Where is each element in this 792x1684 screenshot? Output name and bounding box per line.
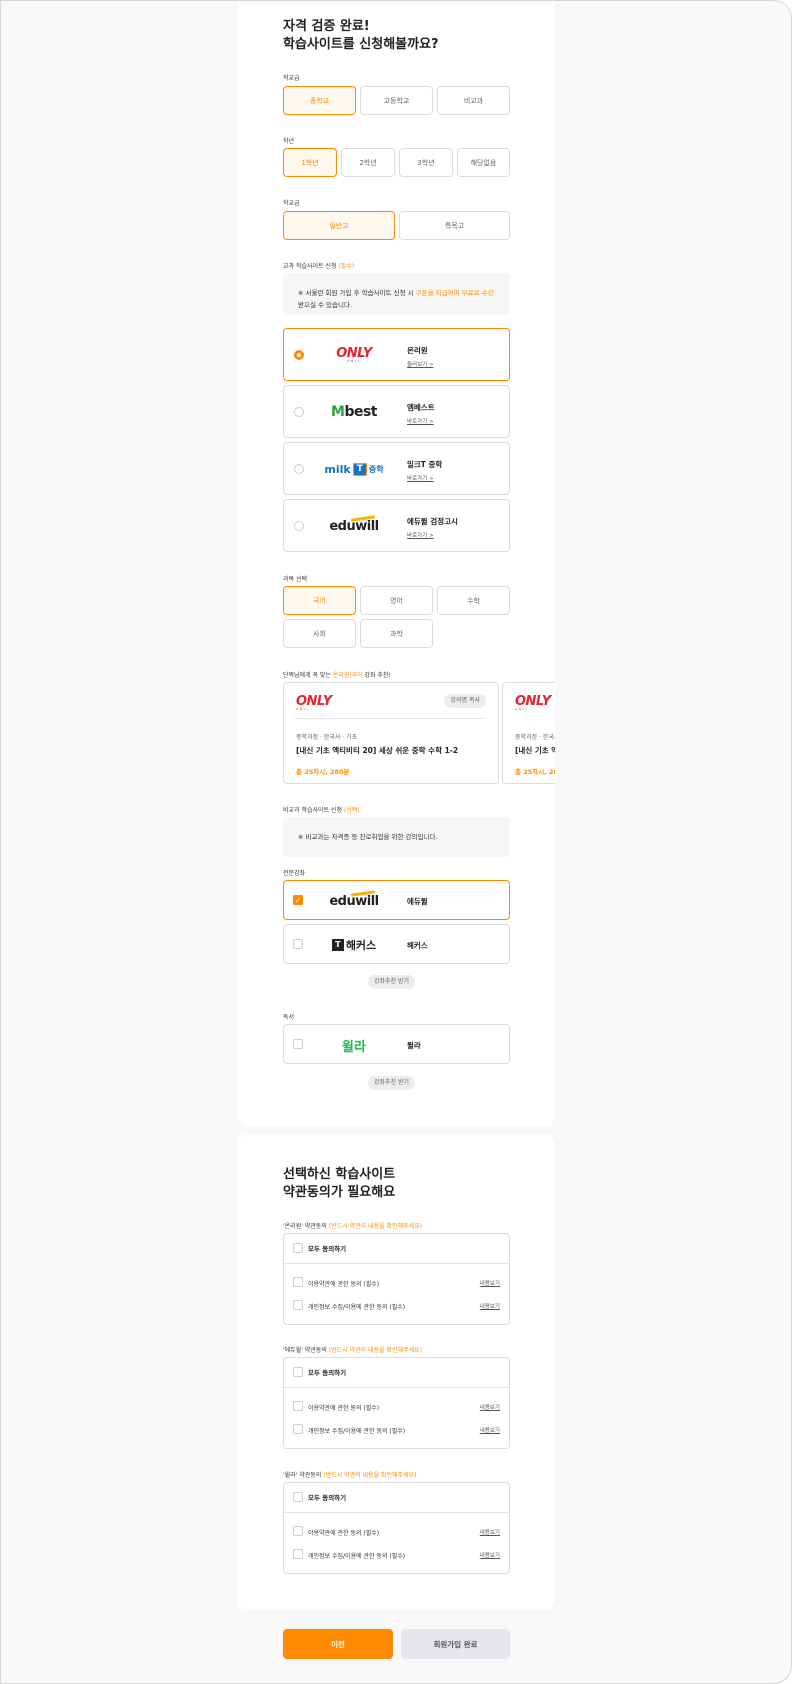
terms-willa-all-checkbox[interactable] [293,1492,303,1502]
lecture-meta: 총 25차시, 280분 [515,768,555,776]
terms-willa-label: '윌라' 약관동의 (반드시 약관의 내용을 확인해주세요) [283,1472,417,1479]
terms-divider [284,1387,509,1388]
terms-willa-service-view[interactable]: 내용보기 [480,1528,500,1536]
extra-site-hackers[interactable]: T 해커스 해커스 [283,924,510,964]
hackers-logo: T 해커스 [314,931,394,959]
terms-eduwill-box: 모두 동의하기 이용약관에 관한 동의 (필수) 내용보기 개인정보 수집/이용… [283,1357,510,1449]
course-recommend-button-reading[interactable]: 강좌추천 받기 [368,1076,416,1090]
extra-eduwill-name: 에듀윌 [407,897,428,906]
hackers-name: 해커스 [407,941,428,950]
willa-checkbox[interactable] [293,1039,303,1049]
terms-eduwill-privacy-view[interactable]: 내용보기 [480,1426,500,1434]
terms-onlyone-service-checkbox[interactable] [293,1277,303,1287]
extra-site-section: 비교과 학습사이트 신청 (선택) ※ 비교과는 자격증 등 진로취업을 위한 … [283,1,510,1121]
terms-onlyone-all-checkbox[interactable] [293,1243,303,1253]
eduwill-logo: eduwill [314,887,394,915]
terms-willa-privacy-label: 개인정보 수집/이용에 관한 동의 (필수) [308,1553,406,1560]
extra-site-label: 비교과 학습사이트 신청 (선택) [283,807,360,814]
terms-eduwill-service-checkbox[interactable] [293,1401,303,1411]
terms-eduwill-service-view[interactable]: 내용보기 [480,1403,500,1411]
terms-title: 선택하신 학습사이트 [283,1167,396,1182]
terms-onlyone-label: '온리원' 약관동의 (반드시 약관의 내용을 확인해주세요) [283,1223,422,1230]
extra-site-willa[interactable]: 윌라 윌라 [283,1024,510,1064]
terms-onlyone-service-view[interactable]: 내용보기 [480,1279,500,1287]
terms-onlyone-privacy-label: 개인정보 수집/이용에 관한 동의 (필수) [308,1304,406,1311]
terms-onlyone-box: 모두 동의하기 이용약관에 관한 동의 (필수) 내용보기 개인정보 수집/이용… [283,1233,510,1325]
terms-eduwill-label: '에듀윌' 약관동의 (반드시 약관의 내용을 확인해주세요) [283,1347,422,1354]
terms-willa-service-label: 이용약관에 관한 동의 (필수) [308,1530,380,1537]
terms-willa-all-label: 모두 동의하기 [308,1494,347,1502]
terms-eduwill-all-checkbox[interactable] [293,1367,303,1377]
terms-section: 선택하신 학습사이트 약관동의가 필요해요 '온리원' 약관동의 (반드시 약관… [283,1134,510,1610]
terms-onlyone-privacy-view[interactable]: 내용보기 [480,1302,500,1310]
extra-site-notice: ※ 비교과는 자격증 등 진로취업을 위한 강의입니다. [283,817,510,857]
lecture-card-logo: ONLY ONLY [515,694,551,711]
hackers-checkbox[interactable] [293,939,303,949]
complete-signup-button[interactable]: 회원가입 완료 [401,1629,510,1659]
terms-eduwill-all-label: 모두 동의하기 [308,1369,347,1377]
terms-willa-privacy-view[interactable]: 내용보기 [480,1551,500,1559]
terms-onlyone-privacy-checkbox[interactable] [293,1300,303,1310]
course-recommend-button[interactable]: 강좌추천 받기 [368,975,416,989]
willa-logo: 윌라 [342,1039,366,1055]
terms-willa-box: 모두 동의하기 이용약관에 관한 동의 (필수) 내용보기 개인정보 수집/이용… [283,1482,510,1574]
terms-subtitle: 약관동의가 필요해요 [283,1185,396,1200]
terms-divider [284,1512,509,1513]
reading-label: 독서 [283,1014,295,1021]
terms-onlyone-service-label: 이용약관에 관한 동의 (필수) [308,1281,380,1288]
eduwill-checkbox[interactable]: ✓ [293,895,303,905]
terms-willa-privacy-checkbox[interactable] [293,1549,303,1559]
willa-name: 윌라 [407,1041,421,1050]
extra-site-eduwill[interactable]: ✓ eduwill 에듀윌 [283,880,510,920]
lecture-category: 중학과정 · 한국사 · 기초 [515,734,555,741]
page-frame: 자격 검증 완료! 학습사이트를 신청해볼까요? 학교급 중학교 고등학교 비교… [0,0,792,1684]
terms-eduwill-privacy-label: 개인정보 수집/이용에 관한 동의 (필수) [308,1428,406,1435]
terms-eduwill-privacy-checkbox[interactable] [293,1424,303,1434]
terms-eduwill-service-label: 이용약관에 관한 동의 (필수) [308,1405,380,1412]
lecture-title: [내신 기초 액티비티 20] 세상 쉬운 중학 수학 1-2 [515,746,555,755]
terms-willa-service-checkbox[interactable] [293,1526,303,1536]
terms-divider [284,1263,509,1264]
terms-onlyone-all-label: 모두 동의하기 [308,1245,347,1253]
professional-course-label: 전문강좌 [283,870,306,877]
prev-button[interactable]: 이전 [283,1629,393,1659]
